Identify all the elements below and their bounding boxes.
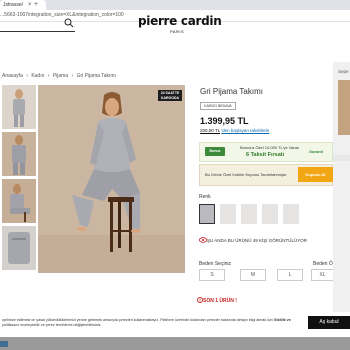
tab-close-icon[interactable]: × [28, 0, 32, 10]
garanti-logo: Garanti [309, 149, 324, 154]
bottom-overlay [0, 337, 350, 350]
search-icon[interactable] [64, 18, 74, 28]
thumbnail-image [2, 132, 36, 176]
cart-panel-label: Sepe [338, 69, 349, 74]
site-header [0, 22, 350, 62]
color-swatch-selected[interactable] [199, 204, 215, 224]
stock-warning: SON 1 ÜRÜN ! [203, 298, 237, 304]
breadcrumb-current: Gri Pijama Takımı [76, 73, 116, 79]
size-option-s[interactable]: S [199, 269, 225, 281]
breadcrumb-women[interactable]: Kadın [31, 73, 44, 79]
eye-icon [199, 237, 207, 243]
color-label: Renk [199, 194, 211, 200]
thumbnail-image [2, 85, 36, 129]
installment-info: 200,00 TL 'den başlayan taksitlerle [200, 128, 269, 133]
product-price: 1.399,95 TL [200, 116, 249, 126]
cookie-text-end: politikasını inceleyebilir ve çerez terc… [2, 322, 102, 327]
product-photo-illustration [38, 85, 185, 273]
cookie-text-main: optimize edilmesi ve yasal yükümlülükler… [2, 318, 274, 322]
color-swatch[interactable] [283, 204, 299, 224]
size-option-xl[interactable]: XL [311, 269, 333, 281]
color-swatch[interactable] [220, 204, 236, 224]
get-coupon-button[interactable]: Kuponu Al [298, 167, 333, 182]
breadcrumb-separator: › [47, 73, 50, 79]
promo-line-2: 6 Taksit Fırsatı [246, 152, 285, 158]
size-option-m[interactable]: M [240, 269, 266, 281]
brand-logo[interactable]: pierre cardin [138, 14, 222, 28]
product-title: Gri Pijama Takımı [200, 87, 263, 96]
delivery-badge: 24 SAATTE KARGODA [158, 90, 182, 101]
search-input[interactable] [0, 31, 75, 32]
size-label: Beden Seçiniz [199, 261, 231, 267]
taskbar-icon[interactable] [0, 341, 8, 347]
cookie-text: optimize edilmesi ve yasal yükümlülükler… [2, 318, 302, 328]
promo-line-1: Bonus'a Özel 10.000 TL'ye Varan [240, 145, 300, 150]
popup-edge [0, 303, 100, 312]
view-count-text: ŞU ANDA BU ÜRÜNÜ 49 KİŞİ GÖRÜNTÜLÜYOR [207, 238, 308, 243]
new-tab-icon[interactable]: + [34, 0, 38, 10]
thumbnail-4[interactable] [2, 226, 36, 270]
thumbnail-image [2, 226, 36, 270]
color-swatch[interactable] [262, 204, 278, 224]
breadcrumb-home[interactable]: Anasayfa [2, 73, 23, 79]
url-text: ...5663-1007integration_size=XL&integrat… [0, 12, 124, 18]
cart-panel-divider [333, 155, 350, 161]
breadcrumb-separator: › [26, 73, 28, 79]
tab-title: Jstrasse/ [3, 2, 24, 8]
thumbnail-2[interactable] [2, 132, 36, 176]
cart-item-image [338, 80, 350, 135]
browser-tab[interactable]: Jstrasse/ [0, 0, 46, 10]
browser-tabbar: Jstrasse/ × + [0, 0, 350, 10]
product-main-image[interactable] [38, 85, 185, 273]
breadcrumb: Anasayfa › Kadın › Pijama › Gri Pijama T… [2, 73, 118, 79]
breadcrumb-separator: › [71, 73, 74, 79]
bonus-logo: Bonus [205, 147, 225, 156]
installment-link[interactable]: 'den başlayan taksitlerle [221, 128, 269, 133]
coupon-text: Bu Ürüne Özel İndirim Kuponu Tanımlanmış… [205, 172, 288, 177]
cookie-accept-button[interactable]: Aş kabul [308, 316, 350, 329]
cookie-policy-link[interactable]: Gizlilik ve [274, 318, 291, 322]
color-swatch[interactable] [241, 204, 257, 224]
thumbnail-1[interactable] [2, 85, 36, 129]
brand-logo-sub: PARIS [170, 29, 185, 34]
free-shipping-badge: KARGO BEDAVA [200, 102, 236, 110]
installment-amount: 200,00 TL [200, 128, 221, 133]
thumbnail-3[interactable] [2, 179, 36, 223]
size-guide-link[interactable]: Beden Ö [313, 261, 333, 267]
thumbnail-image [2, 179, 36, 223]
breadcrumb-pajama[interactable]: Pijama [53, 73, 68, 79]
size-option-l[interactable]: L [277, 269, 303, 281]
